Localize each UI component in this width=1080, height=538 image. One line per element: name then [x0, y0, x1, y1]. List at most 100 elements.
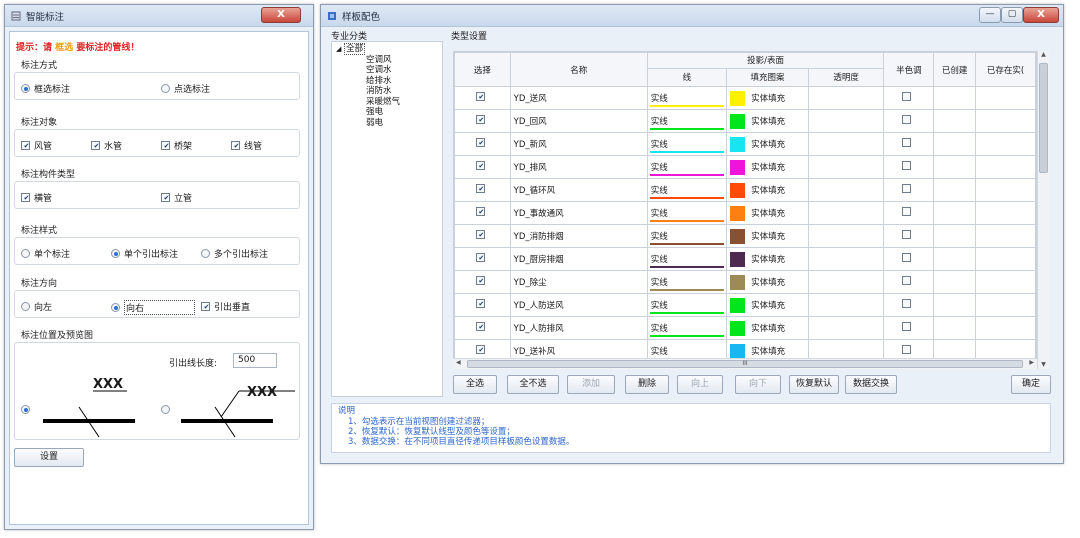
tree-item[interactable]: 强电	[336, 107, 400, 118]
checkbox-icon[interactable]	[902, 230, 912, 239]
ok-button[interactable]: 确定	[1011, 375, 1051, 394]
single-label-radio[interactable]: 单个标注	[21, 247, 70, 260]
halftone-cell[interactable]	[883, 247, 935, 271]
table-row[interactable]: YD_事故通风实线 实体填充	[454, 201, 1036, 225]
select-cell[interactable]	[454, 132, 511, 156]
multi-leader-radio[interactable]: 多个引出标注	[201, 247, 268, 260]
checkbox-checked-icon[interactable]	[475, 322, 486, 331]
checkbox-checked-icon[interactable]	[475, 276, 486, 285]
fill-cell[interactable]: 实体填充	[726, 178, 809, 202]
checkbox-checked-icon[interactable]	[475, 184, 486, 193]
checkbox-checked-icon[interactable]	[475, 138, 486, 147]
halftone-cell[interactable]	[883, 201, 935, 225]
transparency-cell[interactable]	[807, 86, 885, 110]
fill-color-swatch[interactable]	[730, 251, 746, 267]
category-tree[interactable]: ◢ 全部 空调风 空调水 给排水 消防水 采暖燃气 强电 弱电	[331, 41, 443, 397]
select-all-button[interactable]: 全选	[453, 375, 497, 394]
fill-color-swatch[interactable]	[730, 205, 746, 221]
table-row[interactable]: YD_新风实线 实体填充	[454, 132, 1036, 156]
name-cell[interactable]: YD_送风	[509, 86, 648, 110]
checkbox-icon[interactable]	[902, 161, 912, 170]
vertical-pipe-checkbox[interactable]: 立管	[161, 191, 192, 204]
halftone-cell[interactable]	[883, 86, 935, 110]
right-direction-radio[interactable]: 向右	[111, 300, 196, 315]
fill-cell[interactable]: 实体填充	[726, 316, 809, 340]
table-row[interactable]: YD_厨房排烟实线 实体填充	[454, 247, 1036, 271]
halftone-cell[interactable]	[883, 132, 935, 156]
preview-option-1-radio[interactable]	[21, 405, 34, 414]
close-button[interactable]: X	[1023, 7, 1059, 23]
box-select-radio[interactable]: 框选标注	[21, 82, 70, 95]
left-direction-radio[interactable]: 向左	[21, 300, 52, 313]
table-row[interactable]: YD_除尘实线 实体填充	[454, 270, 1036, 294]
checkbox-checked-icon[interactable]	[475, 299, 486, 308]
transparency-cell[interactable]	[807, 270, 885, 294]
move-up-button[interactable]: 向上	[677, 375, 723, 394]
settings-button[interactable]: 设置	[14, 448, 84, 467]
fill-cell[interactable]: 实体填充	[726, 132, 809, 156]
fill-cell[interactable]: 实体填充	[726, 270, 809, 294]
line-cell[interactable]: 实线	[646, 155, 728, 179]
line-cell[interactable]: 实线	[646, 201, 728, 225]
name-cell[interactable]: YD_厨房排烟	[509, 247, 648, 271]
grid-vertical-scrollbar[interactable]: ▲ ▼	[1037, 51, 1049, 369]
fill-color-swatch[interactable]	[730, 90, 746, 106]
fill-color-swatch[interactable]	[730, 274, 746, 290]
checkbox-checked-icon[interactable]	[475, 115, 486, 124]
checkbox-checked-icon[interactable]	[475, 345, 486, 354]
horizontal-pipe-checkbox[interactable]: 横管	[21, 191, 52, 204]
tree-item[interactable]: 空调水	[336, 65, 400, 76]
table-row[interactable]: YD_排风实线 实体填充	[454, 155, 1036, 179]
scroll-left-icon[interactable]: ◀	[456, 359, 461, 366]
add-button[interactable]: 添加	[567, 375, 615, 394]
checkbox-icon[interactable]	[902, 92, 912, 101]
name-cell[interactable]: YD_除尘	[509, 270, 648, 294]
fill-color-swatch[interactable]	[730, 343, 746, 359]
transparency-cell[interactable]	[807, 224, 885, 248]
single-leader-radio[interactable]: 单个引出标注	[111, 247, 178, 260]
fill-color-swatch[interactable]	[730, 159, 746, 175]
line-cell[interactable]: 实线	[646, 224, 728, 248]
halftone-cell[interactable]	[883, 224, 935, 248]
line-cell[interactable]: 实线	[646, 270, 728, 294]
fill-cell[interactable]: 实体填充	[726, 155, 809, 179]
halftone-cell[interactable]	[883, 155, 935, 179]
select-cell[interactable]	[454, 86, 511, 110]
transparency-cell[interactable]	[807, 155, 885, 179]
fill-color-swatch[interactable]	[730, 136, 746, 152]
restore-default-button[interactable]: 恢复默认	[789, 375, 839, 394]
close-button[interactable]: X	[261, 7, 301, 23]
line-cell[interactable]: 实线	[646, 316, 728, 340]
table-row[interactable]: YD_送风实线 实体填充	[454, 86, 1036, 110]
line-cell[interactable]: 实线	[646, 109, 728, 133]
fill-color-swatch[interactable]	[730, 297, 746, 313]
fill-cell[interactable]: 实体填充	[726, 201, 809, 225]
fill-cell[interactable]: 实体填充	[726, 224, 809, 248]
transparency-cell[interactable]	[807, 293, 885, 317]
transparency-cell[interactable]	[807, 132, 885, 156]
checkbox-checked-icon[interactable]	[475, 92, 486, 101]
transparency-cell[interactable]	[807, 201, 885, 225]
table-row[interactable]: YD_人防送风实线 实体填充	[454, 293, 1036, 317]
checkbox-checked-icon[interactable]	[475, 253, 486, 262]
table-row[interactable]: YD_消防排烟实线 实体填充	[454, 224, 1036, 248]
move-down-button[interactable]: 向下	[735, 375, 781, 394]
halftone-cell[interactable]	[883, 316, 935, 340]
name-cell[interactable]: YD_排风	[509, 155, 648, 179]
checkbox-icon[interactable]	[902, 138, 912, 147]
name-cell[interactable]: YD_人防排风	[509, 316, 648, 340]
fill-color-swatch[interactable]	[730, 320, 746, 336]
select-cell[interactable]	[454, 247, 511, 271]
transparency-cell[interactable]	[807, 247, 885, 271]
checkbox-icon[interactable]	[902, 276, 912, 285]
transparency-cell[interactable]	[807, 109, 885, 133]
maximize-button[interactable]: ▢	[1001, 7, 1023, 23]
title-bar[interactable]: 样板配色	[321, 5, 1063, 27]
point-select-radio[interactable]: 点选标注	[161, 82, 210, 95]
fill-cell[interactable]: 实体填充	[726, 86, 809, 110]
name-cell[interactable]: YD_消防排烟	[509, 224, 648, 248]
select-none-button[interactable]: 全不选	[507, 375, 559, 394]
tree-item[interactable]: 弱电	[336, 118, 400, 129]
checkbox-checked-icon[interactable]	[475, 230, 486, 239]
select-cell[interactable]	[454, 224, 511, 248]
